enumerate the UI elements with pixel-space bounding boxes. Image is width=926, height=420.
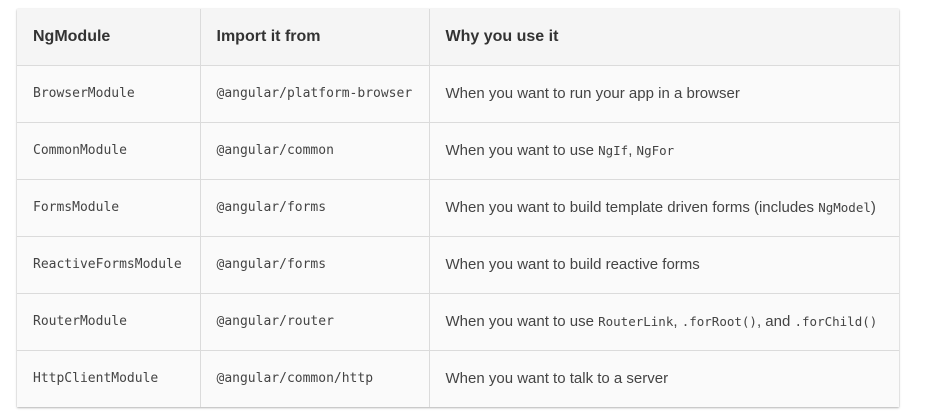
code-snippet: .forChild(): [794, 314, 878, 329]
reason-cell: When you want to build template driven f…: [428, 178, 899, 236]
table-row: CommonModule @angular/common When you wa…: [17, 121, 899, 179]
module-name-cell: RouterModule: [17, 292, 200, 350]
module-name-cell: HttpClientModule: [17, 349, 200, 407]
header-import-from: Import it from: [199, 9, 429, 66]
code-snippet: NgIf: [598, 143, 629, 158]
reason-cell: When you want to run your app in a brows…: [428, 65, 899, 122]
import-path-cell: @angular/forms: [199, 235, 429, 293]
header-ngmodule: NgModule: [17, 9, 200, 66]
module-name-cell: BrowserModule: [33, 86, 135, 101]
header-row: NgModule Import it from Why you use it: [17, 9, 899, 66]
reason-cell: When you want to build reactive forms: [428, 235, 899, 293]
module-name-cell: CommonModule: [17, 121, 200, 179]
module-name-cell: ReactiveFormsModule: [17, 235, 200, 293]
reason-text: When you want to talk to a server: [445, 370, 669, 388]
code-snippet: .forRoot(): [681, 314, 757, 329]
table-row: ReactiveFormsModule @angular/forms When …: [17, 235, 899, 293]
import-path-cell: @angular/platform-browser: [199, 65, 429, 122]
reason-text: ,: [628, 142, 637, 159]
reason-cell: When you want to use RouterLink, .forRoo…: [428, 292, 899, 350]
reason-text: When you want to run your app in a brows…: [445, 85, 740, 102]
reason-text: When you want to build reactive forms: [445, 256, 700, 273]
reason-cell: When you want to talk to a server: [428, 349, 899, 407]
reason-text: When you want to build template driven f…: [445, 199, 819, 216]
table-row: HttpClientModule @angular/common/http Wh…: [17, 349, 899, 407]
table-row: BrowserModule @angular/platform-browser …: [17, 65, 899, 122]
reason-text: , and: [756, 313, 795, 330]
reason-cell: When you want to use NgIf, NgFor: [428, 121, 899, 179]
table-header: NgModule Import it from Why you use it: [17, 9, 899, 66]
table-row: RouterModule @angular/router When you wa…: [17, 292, 899, 350]
import-path-cell: @angular/common/http: [199, 349, 429, 407]
reason-text: When you want to use: [445, 313, 599, 330]
import-path-cell: @angular/common: [199, 121, 429, 179]
reason-text: When you want to use: [445, 142, 599, 159]
reason-text: ): [870, 199, 876, 216]
reason-text: ,: [673, 313, 682, 330]
import-path-cell: @angular/forms: [199, 178, 429, 236]
table-row: FormsModule @angular/forms When you want…: [17, 178, 899, 236]
ngmodule-table-card: NgModule Import it from Why you use it B…: [17, 9, 899, 407]
table-body: BrowserModule @angular/platform-browser …: [17, 65, 899, 407]
code-snippet: RouterLink: [598, 314, 674, 329]
code-snippet: NgFor: [636, 143, 675, 158]
code-snippet: NgModel: [818, 200, 871, 215]
import-path-cell: @angular/router: [199, 292, 429, 350]
page: NgModule Import it from Why you use it B…: [0, 0, 926, 420]
header-why-use: Why you use it: [428, 9, 899, 66]
ngmodule-table: NgModule Import it from Why you use it B…: [17, 9, 899, 407]
module-name-cell: FormsModule: [17, 178, 200, 236]
